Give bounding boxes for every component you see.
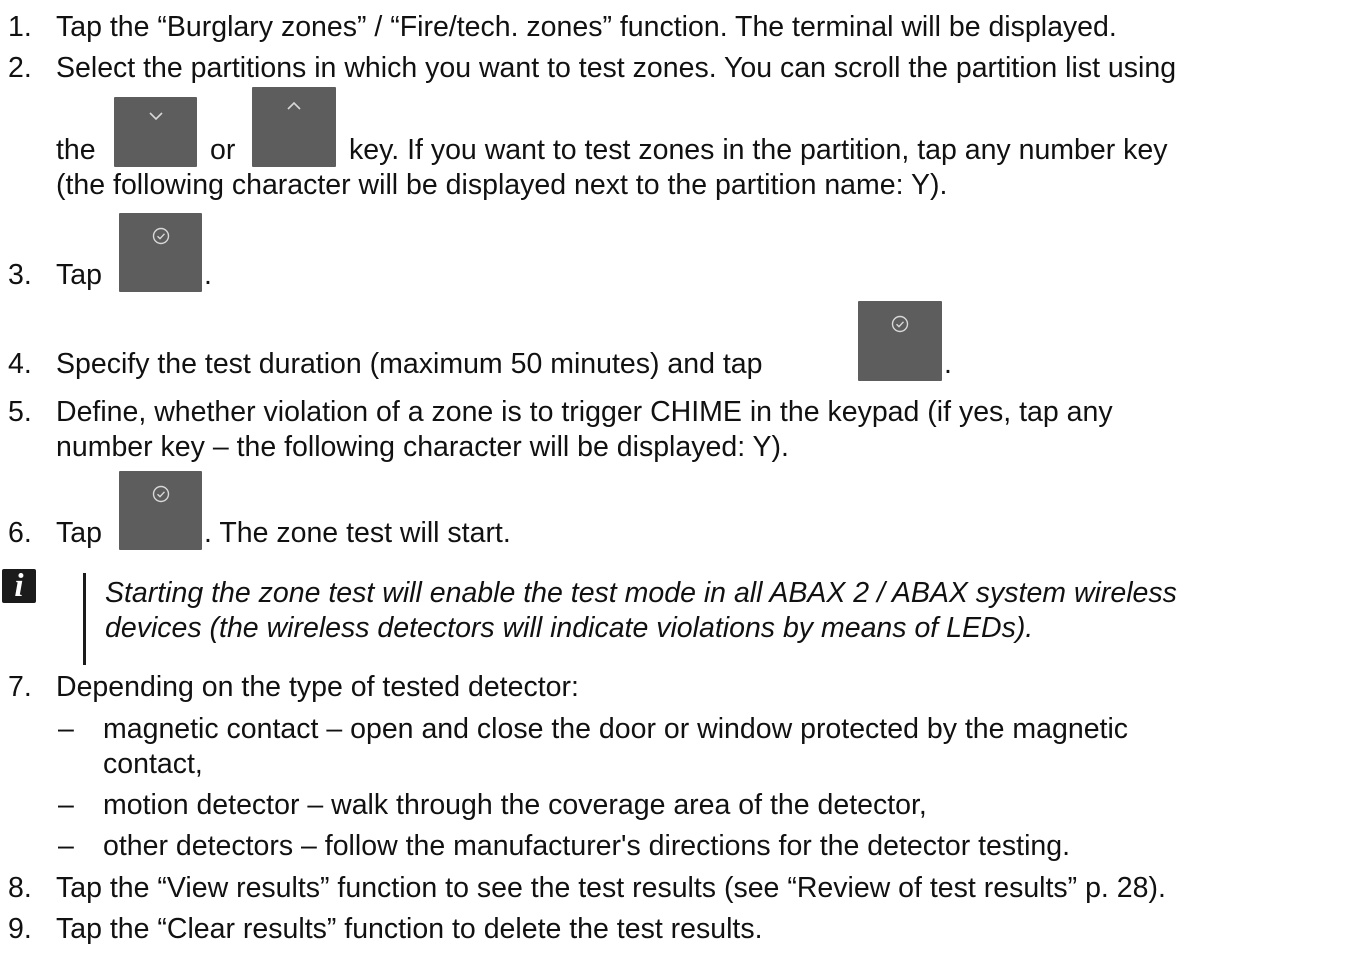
list-dash: – [58,713,74,745]
step-7-text: Depending on the type of tested detector… [56,671,579,703]
step-number: 3. [8,259,32,291]
confirm-key-button [119,213,202,292]
step-2-text: Select the partitions in which you want … [56,52,1177,84]
note-text: Starting the zone test will enable the t… [105,577,1177,609]
step-5-text: Define, whether violation of a zone is t… [56,396,1113,428]
info-icon: i [2,569,36,603]
step-number: 5. [8,396,32,428]
step-9-text: Tap the “Clear results” function to dele… [56,913,763,945]
step-number: 4. [8,348,32,380]
list-item-cont: contact, [103,748,203,780]
check-circle-icon [152,485,169,503]
step-6-rest: . The zone test will start. [204,517,511,549]
step-4-text: Specify the test duration (maximum 50 mi… [56,348,763,380]
confirm-key-button [858,301,942,381]
list-dash: – [58,830,74,862]
step-number: 1. [8,11,32,43]
step-5-text-cont: number key – the following character wil… [56,431,789,463]
step-6-tap: Tap [56,517,102,549]
step-4-period: . [944,348,952,380]
step-number: 9. [8,913,32,945]
step-number: 8. [8,872,32,904]
note-divider [83,573,86,665]
step-number: 7. [8,671,32,703]
up-key-button [252,87,336,167]
step-1-text: Tap the “Burglary zones” / “Fire/tech. z… [56,11,1117,43]
confirm-key-button [119,471,202,550]
note-text-cont: devices (the wireless detectors will ind… [105,612,1034,644]
list-item: magnetic contact – open and close the do… [103,713,1129,745]
chevron-up-icon [287,101,301,110]
step-number: 6. [8,517,32,549]
step-3-tap: Tap [56,259,102,291]
list-item: other detectors – follow the manufacture… [103,830,1071,862]
check-circle-icon [152,227,169,245]
step-8-text: Tap the “View results” function to see t… [56,872,1166,904]
step-2-text-cont: (the following character will be display… [56,169,948,201]
down-key-button [114,97,197,167]
step-2-the: the [56,134,96,166]
step-2-or: or [210,134,236,166]
list-dash: – [58,789,74,821]
step-number: 2. [8,52,32,84]
step-2-key-text: key. If you want to test zones in the pa… [349,134,1168,166]
list-item: motion detector – walk through the cover… [103,789,927,821]
chevron-down-icon [148,112,163,121]
step-3-period: . [204,259,212,291]
check-circle-icon [891,315,909,333]
